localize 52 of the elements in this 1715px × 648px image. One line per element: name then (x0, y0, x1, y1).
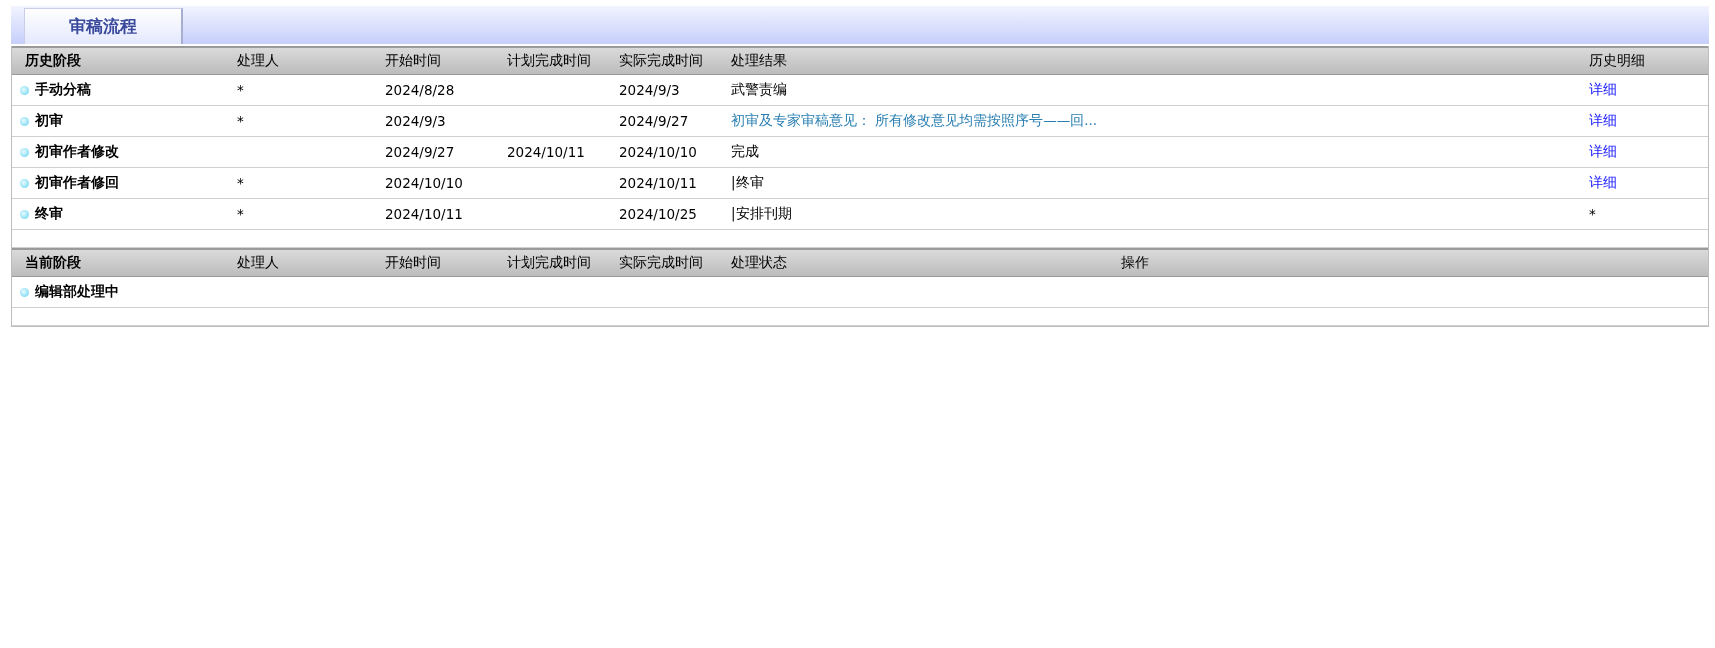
bullet-icon (20, 178, 29, 188)
column-header: 处理结果 (730, 52, 788, 70)
bullet-icon (20, 287, 29, 297)
table-cell: 2024/10/10 (385, 175, 463, 191)
result-link[interactable]: 初审及专家审稿意见： 所有修改意见均需按照序号——回... (731, 112, 1098, 128)
table-cell: 完成 (731, 143, 759, 159)
column-header: 处理状态 (730, 254, 788, 272)
bullet-icon (20, 85, 29, 95)
column-header: 当前阶段 (24, 254, 82, 272)
bullet-icon (20, 209, 29, 219)
column-header: 开始时间 (384, 254, 442, 272)
column-header: 处理人 (236, 254, 280, 272)
table-cell: 2024/9/3 (385, 113, 446, 129)
stage-name: 初审作者修回 (35, 174, 119, 192)
table-cell: 2024/9/3 (619, 82, 680, 98)
table-cell: 2024/9/27 (385, 144, 455, 160)
detail-link[interactable]: 详细 (1589, 174, 1617, 190)
table-cell: 2024/10/11 (507, 144, 585, 160)
stage-name: 手动分稿 (35, 81, 91, 99)
column-header: 历史明细 (1588, 52, 1646, 70)
stage-name: 终审 (35, 205, 63, 223)
stage-name: 初审 (35, 112, 63, 130)
bullet-icon (20, 116, 29, 126)
table-cell: * (237, 175, 244, 191)
column-header: 历史阶段 (24, 52, 82, 70)
table-cell: 2024/8/28 (385, 82, 455, 98)
column-header: 开始时间 (384, 52, 442, 70)
table-cell: 2024/9/27 (619, 113, 689, 129)
column-header: 计划完成时间 (506, 254, 592, 272)
column-header: 处理人 (236, 52, 280, 70)
table-cell: 2024/10/25 (619, 206, 697, 222)
table-cell: * (237, 82, 244, 98)
column-header: 实际完成时间 (618, 254, 704, 272)
detail-link[interactable]: 详细 (1589, 143, 1617, 159)
column-header: 实际完成时间 (618, 52, 704, 70)
detail-link[interactable]: 详细 (1589, 112, 1617, 128)
column-header: 操作 (1120, 254, 1150, 272)
table-cell: |终审 (731, 174, 764, 190)
bullet-icon (20, 147, 29, 157)
column-header: 计划完成时间 (506, 52, 592, 70)
table-cell: * (237, 206, 244, 222)
stage-name: 编辑部处理中 (35, 283, 119, 301)
table-cell: * (1589, 206, 1596, 222)
tab[interactable]: 审稿流程 (24, 8, 183, 44)
table-cell: |安排刊期 (731, 205, 792, 221)
table-cell: 2024/10/11 (385, 206, 463, 222)
table-cell: 武警责编 (731, 81, 787, 97)
stage-name: 初审作者修改 (35, 143, 119, 161)
table-cell: * (237, 113, 244, 129)
table-cell: 2024/10/10 (619, 144, 697, 160)
table-cell: 2024/10/11 (619, 175, 697, 191)
detail-link[interactable]: 详细 (1589, 81, 1617, 97)
